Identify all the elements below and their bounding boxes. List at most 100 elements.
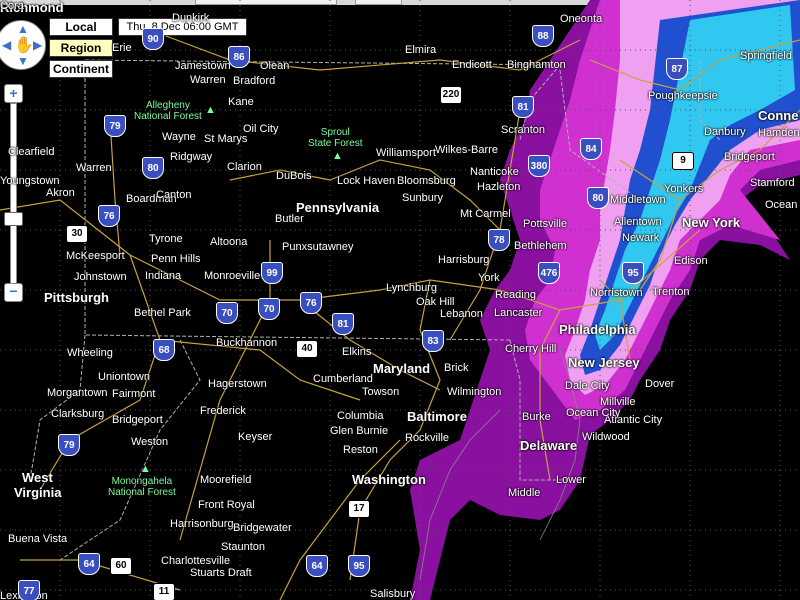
city-label: Jamestown xyxy=(175,60,231,72)
city-label: Buena Vista xyxy=(8,533,68,545)
interstate-shield-icon: 95 xyxy=(622,262,644,284)
zoom-in-button[interactable]: + xyxy=(4,84,23,103)
interstate-shield-icon: 76 xyxy=(300,292,322,314)
interstate-shield-icon: 86 xyxy=(228,46,250,68)
city-label: Weston xyxy=(131,436,169,448)
weather-map[interactable]: ▲ ▼ ◀ ▶ ✋ + − Local Region Continent Thu… xyxy=(0,0,800,600)
city-label: Mt Carmel xyxy=(460,208,511,220)
interstate-shield-icon: 81 xyxy=(512,96,534,118)
city-label: Stamford xyxy=(750,177,795,189)
precipitation-overlay xyxy=(410,0,800,600)
state-label: Maryland xyxy=(373,361,431,376)
city-label: Hagerstown xyxy=(208,378,267,390)
city-label: Front Royal xyxy=(198,499,255,511)
city-label: Oil City xyxy=(243,123,279,135)
city-label: Ocean City xyxy=(566,407,621,419)
interstate-shield-icon: 64 xyxy=(306,555,328,577)
city-label: Reading xyxy=(495,289,536,301)
city-label: Wildwood xyxy=(582,431,630,443)
city-label: Harrisburg xyxy=(438,254,490,266)
continent-button[interactable]: Continent xyxy=(49,60,113,78)
city-label: Clarion xyxy=(227,161,262,173)
interstate-shield-icon: 476 xyxy=(538,262,560,284)
city-label: Oak Hill xyxy=(416,296,455,308)
city-label: Middle xyxy=(508,487,541,499)
city-label: Binghamton xyxy=(507,59,566,71)
interstate-shield-icon: 68 xyxy=(153,339,175,361)
city-label: Wheeling xyxy=(67,347,113,359)
city-label: Morgantown xyxy=(47,387,108,399)
pan-right-icon[interactable]: ▶ xyxy=(33,38,42,52)
city-label: Warren xyxy=(190,74,226,86)
interstate-shield-icon: 99 xyxy=(261,262,283,284)
city-label: Dale City xyxy=(565,380,610,392)
interstate-shield-icon: 78 xyxy=(488,229,510,251)
city-label: St Marys xyxy=(204,133,248,145)
city-label: Cumberland xyxy=(313,373,373,385)
city-label: Washington xyxy=(352,472,426,487)
city-label: Williamsport xyxy=(376,147,436,159)
city-label: Moorefield xyxy=(200,474,252,486)
city-label: Butler xyxy=(275,213,304,225)
park-label: Allegheny National Forest xyxy=(134,100,202,122)
city-label: Buckhannon xyxy=(216,337,278,349)
interstate-shield-icon: 79 xyxy=(58,434,80,456)
city-label: Cherry Hill xyxy=(505,343,557,355)
city-label: Bridgeport xyxy=(112,414,163,426)
us-route-shield-icon: 40 xyxy=(296,340,318,358)
city-label: Brick xyxy=(444,362,469,374)
city-label: Keyser xyxy=(238,431,273,443)
city-label: Norristown xyxy=(590,287,643,299)
zoom-slider-track[interactable] xyxy=(10,103,17,285)
state-label: Conne xyxy=(758,108,799,123)
pan-left-icon[interactable]: ◀ xyxy=(2,38,11,52)
zoom-slider-thumb[interactable] xyxy=(4,212,23,226)
city-label: Clarksburg xyxy=(51,408,105,420)
city-label: Stuarts Draft xyxy=(190,567,252,579)
park-tree-icon: ▲ xyxy=(140,463,151,475)
state-label: Delaware xyxy=(520,438,578,453)
city-label: Wayne xyxy=(162,131,196,143)
city-label: Elmira xyxy=(405,44,437,56)
city-label: Warren xyxy=(76,162,112,174)
city-label: Allentown xyxy=(614,216,662,228)
city-label: Lock Haven xyxy=(337,175,396,187)
city-label: Punxsutawney xyxy=(282,241,354,253)
region-button[interactable]: Region xyxy=(49,39,113,57)
interstate-shield-icon: 95 xyxy=(348,555,370,577)
city-label: Akron xyxy=(46,187,75,199)
city-label: Penn Hills xyxy=(151,253,201,265)
city-label: Baltimore xyxy=(407,409,467,424)
city-label: Lebanon xyxy=(440,308,483,320)
city-label: Towson xyxy=(362,386,400,398)
city-label: Cora xyxy=(0,0,24,12)
city-label: Hazleton xyxy=(477,181,521,193)
us-route-shield-icon: 30 xyxy=(66,225,88,243)
city-label: Lancaster xyxy=(494,307,543,319)
city-label: Yonkers xyxy=(664,183,704,195)
city-label: Oneonta xyxy=(560,13,603,25)
state-label: Virginia xyxy=(14,485,62,500)
us-route-shield-icon: 9 xyxy=(672,152,694,170)
hand-icon[interactable]: ✋ xyxy=(14,35,34,55)
city-label: Endicott xyxy=(452,59,492,71)
us-route-shield-icon: 60 xyxy=(110,557,132,575)
zoom-out-button[interactable]: − xyxy=(4,283,23,302)
state-label: West xyxy=(22,470,53,485)
pan-down-icon[interactable]: ▼ xyxy=(17,54,29,68)
us-route-shield-icon: 17 xyxy=(348,500,370,518)
interstate-shield-icon: 64 xyxy=(78,553,100,575)
city-label: Dover xyxy=(645,378,675,390)
city-label: Erie xyxy=(112,42,132,54)
interstate-shield-icon: 76 xyxy=(98,205,120,227)
city-label: Youngstown xyxy=(0,175,60,187)
city-label: Staunton xyxy=(221,541,266,553)
city-label: Philadelphia xyxy=(559,322,636,337)
city-label: Burke xyxy=(522,411,551,423)
city-label: Lynchburg xyxy=(386,282,437,294)
city-label: Tyrone xyxy=(149,233,183,245)
local-button[interactable]: Local xyxy=(49,18,113,36)
pan-up-icon[interactable]: ▲ xyxy=(17,22,29,36)
city-label: Bridgeport xyxy=(724,151,775,163)
city-label: Sunbury xyxy=(402,192,443,204)
